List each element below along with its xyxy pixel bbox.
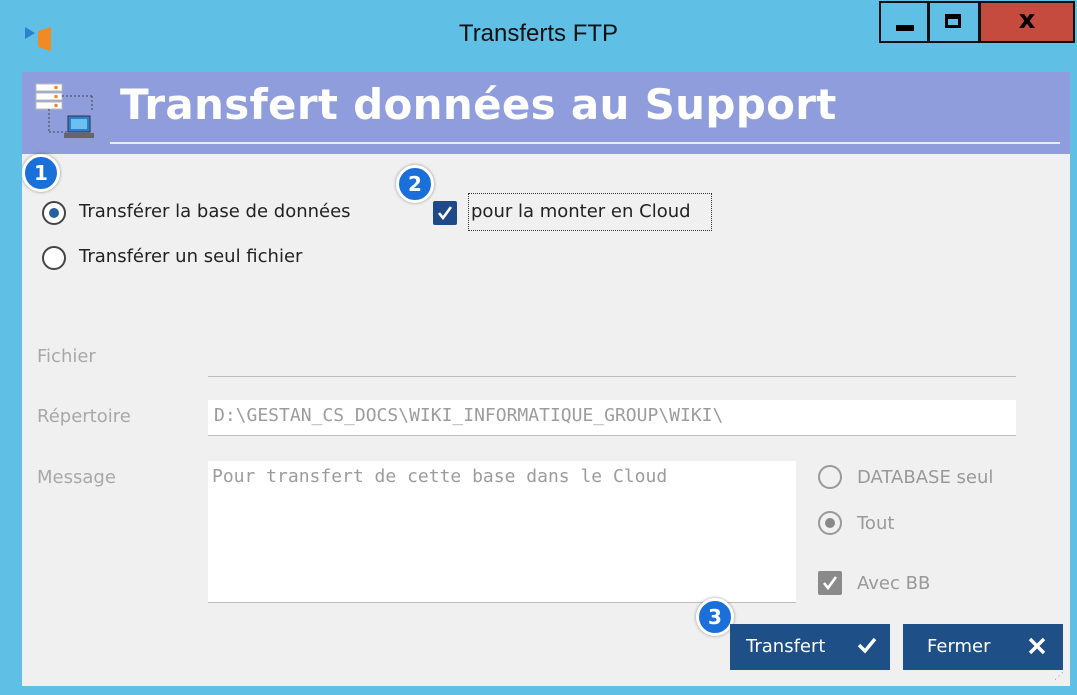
repertoire-field[interactable]: D:\GESTAN_CS_DOCS\WIKI_INFORMATIQUE_GROU… [208,400,1016,436]
message-label: Message [37,467,116,488]
ftp-transfer-window: Transferts FTP x Transfert données au Su… [0,0,1077,695]
close-button[interactable]: x [979,1,1075,43]
cloud-checkbox-label[interactable]: pour la monter en Cloud [471,201,691,222]
database-only-radio[interactable] [818,465,842,489]
minimize-icon [896,25,914,31]
transfer-database-label[interactable]: Transférer la base de données [79,201,351,222]
checkmark-icon [822,576,838,591]
transfer-button-label: Transfert [746,636,826,657]
repertoire-value: D:\GESTAN_CS_DOCS\WIKI_INFORMATIQUE_GROU… [214,405,724,426]
minimize-button[interactable] [879,1,929,43]
with-bb-checkbox[interactable] [818,571,842,595]
step-badge-1: 1 [22,154,60,192]
check-icon [857,637,877,654]
close-dialog-button-label: Fermer [927,636,991,657]
maximize-button[interactable] [928,1,980,43]
transfer-database-radio[interactable] [42,201,66,225]
with-bb-label[interactable]: Avec BB [857,573,930,594]
transfer-single-file-radio[interactable] [42,246,66,270]
title-bar[interactable]: Transferts FTP x [0,0,1077,72]
transfer-single-file-label[interactable]: Transférer un seul fichier [79,246,302,267]
close-icon: x [1018,5,1036,35]
all-label[interactable]: Tout [857,513,894,534]
step-badge-3: 3 [696,598,734,636]
cloud-checkbox[interactable] [433,201,457,225]
repertoire-label: Répertoire [37,406,131,427]
dialog-body: Transfert données au Support 1 Transfére… [22,72,1070,686]
header-title: Transfert données au Support [120,80,837,129]
transfer-button[interactable]: Transfert [730,624,890,670]
header-underline [110,142,1060,144]
message-textarea[interactable]: Pour transfert de cette base dans le Clo… [208,461,796,603]
fichier-label: Fichier [37,346,96,367]
x-icon [1028,637,1046,655]
server-network-icon [35,83,94,138]
message-value: Pour transfert de cette base dans le Clo… [212,466,668,487]
step-badge-2: 2 [396,165,434,203]
maximize-icon [945,14,961,28]
header-banner: Transfert données au Support [22,72,1070,154]
resize-grip-icon[interactable]: ⋰ [1054,671,1064,682]
database-only-label[interactable]: DATABASE seul [857,467,993,488]
checkmark-icon [437,206,453,221]
fichier-field[interactable] [208,337,1016,377]
all-radio[interactable] [818,511,842,535]
close-dialog-button[interactable]: Fermer [903,624,1063,670]
